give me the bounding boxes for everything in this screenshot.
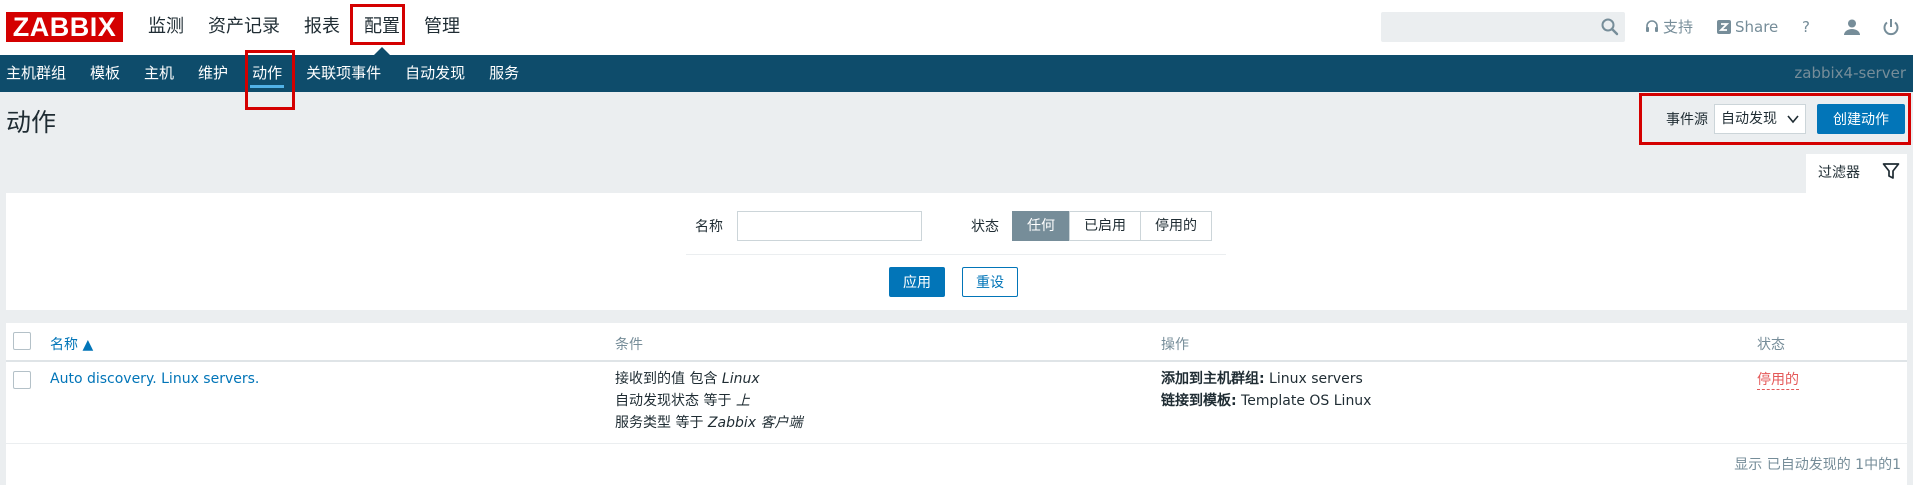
filter-icon	[1882, 163, 1900, 179]
condition-line: 接收到的值 包含 Linux	[615, 371, 760, 387]
zabbix-logo[interactable]: ZABBIX	[6, 12, 123, 42]
row-divider	[6, 443, 1907, 444]
page-title: 动作	[6, 108, 57, 137]
filter-name-input[interactable]	[737, 211, 922, 241]
filter-name-label: 名称	[695, 219, 723, 235]
menu-inventory[interactable]: 资产记录	[196, 0, 292, 55]
column-header-operations: 操作	[1161, 337, 1189, 353]
submenu-event-correlation[interactable]: 关联项事件	[294, 55, 393, 92]
support-label: 支持	[1663, 18, 1694, 36]
table-footer-count: 显示 已自动发现的 1中的1	[1734, 457, 1901, 473]
action-name-cell: Auto discovery. Linux servers.	[50, 368, 259, 390]
row-checkbox[interactable]	[13, 371, 31, 389]
table-header-divider	[6, 360, 1907, 362]
column-header-status: 状态	[1757, 337, 1785, 353]
status-toggle-link[interactable]: 停用的	[1757, 371, 1799, 390]
operations-cell: 添加到主机群组: Linux servers 链接到模板: Template O…	[1161, 368, 1371, 412]
share-label: Share	[1735, 18, 1779, 36]
condition-line: 服务类型 等于 Zabbix 客户端	[615, 415, 803, 431]
operation-line: 链接到模板: Template OS Linux	[1161, 393, 1372, 409]
sub-menu-bar: 主机群组 模板 主机 维护 动作 关联项事件 自动发现 服务 zabbix4-s…	[0, 55, 1913, 92]
filter-state-toggle: 任何 已启用 停用的	[1012, 211, 1212, 241]
share-link[interactable]: Share	[1717, 17, 1778, 37]
submenu-services[interactable]: 服务	[477, 55, 531, 92]
headset-icon	[1646, 20, 1658, 32]
chevron-down-icon	[1787, 115, 1799, 124]
conditions-cell: 接收到的值 包含 Linux 自动发现状态 等于 上 服务类型 等于 Zabbi…	[615, 368, 802, 434]
filter-tab-label: 过滤器	[1818, 165, 1860, 181]
help-icon[interactable]: ?	[1802, 17, 1810, 37]
filter-state-label: 状态	[971, 219, 999, 235]
menu-reports[interactable]: 报表	[292, 0, 352, 55]
reset-button[interactable]: 重设	[962, 267, 1018, 297]
submenu-host-groups[interactable]: 主机群组	[0, 55, 78, 92]
submenu-actions[interactable]: 动作	[240, 55, 294, 92]
column-header-conditions: 条件	[615, 337, 643, 353]
search-icon[interactable]	[1600, 17, 1620, 37]
top-header: ZABBIX 监测 资产记录 报表 配置 管理 支持 Share ?	[0, 0, 1913, 55]
operation-line: 添加到主机群组: Linux servers	[1161, 371, 1363, 387]
sign-out-icon[interactable]	[1882, 18, 1900, 36]
event-source-label: 事件源	[1666, 112, 1708, 128]
action-name-link[interactable]: Auto discovery. Linux servers.	[50, 371, 259, 387]
server-name: zabbix4-server	[1794, 64, 1906, 82]
submenu-hosts[interactable]: 主机	[132, 55, 186, 92]
apply-button[interactable]: 应用	[889, 267, 945, 297]
filter-panel: 名称 状态 任何 已启用 停用的 应用 重设	[6, 193, 1907, 310]
share-logo-icon	[1717, 20, 1731, 34]
menu-monitoring[interactable]: 监测	[136, 0, 196, 55]
event-source-select[interactable]: 自动发现	[1714, 104, 1806, 134]
state-option-any[interactable]: 任何	[1012, 211, 1070, 241]
sub-menu: 主机群组 模板 主机 维护 动作 关联项事件 自动发现 服务	[0, 55, 531, 92]
select-all-checkbox[interactable]	[13, 332, 31, 350]
submenu-discovery[interactable]: 自动发现	[393, 55, 477, 92]
condition-line: 自动发现状态 等于 上	[615, 393, 750, 409]
user-profile-icon[interactable]	[1843, 18, 1861, 36]
state-option-enabled[interactable]: 已启用	[1069, 211, 1141, 241]
state-option-disabled[interactable]: 停用的	[1140, 211, 1212, 241]
menu-configuration[interactable]: 配置	[352, 0, 412, 55]
filter-divider	[686, 254, 1226, 255]
filter-tab[interactable]: 过滤器	[1806, 154, 1907, 194]
actions-table: 名称 ▲ 条件 操作 状态 Auto discovery. Linux serv…	[6, 323, 1907, 485]
main-menu: 监测 资产记录 报表 配置 管理	[136, 0, 472, 55]
event-source-control: 事件源 自动发现	[1666, 104, 1806, 134]
column-header-name[interactable]: 名称 ▲	[50, 334, 93, 354]
create-action-button[interactable]: 创建动作	[1817, 104, 1905, 134]
support-link[interactable]: 支持	[1645, 17, 1693, 37]
menu-administration[interactable]: 管理	[412, 0, 472, 55]
search-input[interactable]	[1381, 12, 1625, 42]
submenu-maintenance[interactable]: 维护	[186, 55, 240, 92]
submenu-templates[interactable]: 模板	[78, 55, 132, 92]
event-source-value: 自动发现	[1721, 111, 1777, 127]
